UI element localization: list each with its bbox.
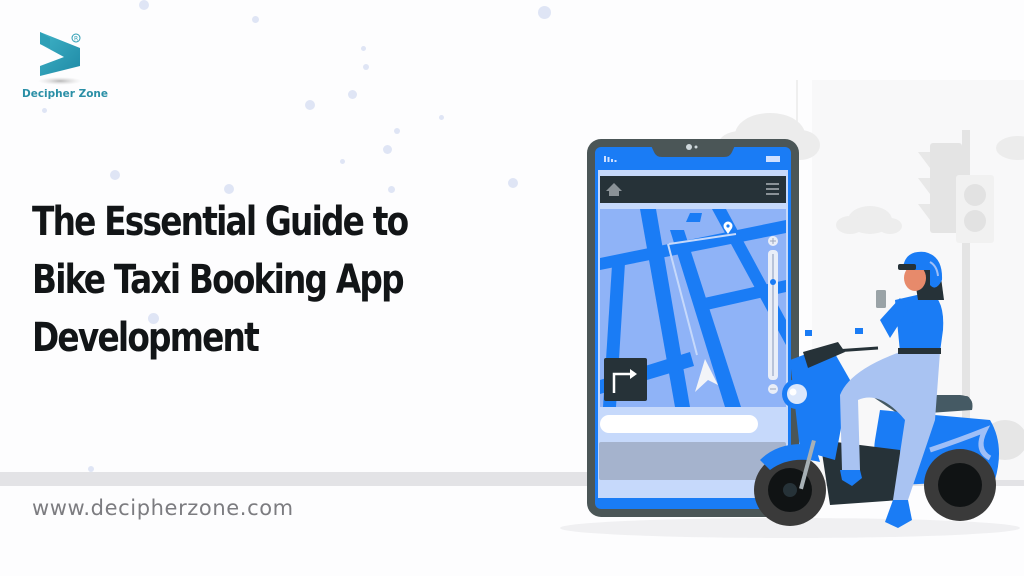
title-line-1: The Essential Guide to: [32, 199, 409, 245]
banner: R Decipher Zone The Essential Guide to B…: [0, 0, 1024, 576]
phone-in-hand-icon: [876, 290, 886, 308]
page-title: The Essential Guide to Bike Taxi Booking…: [32, 193, 409, 367]
turn-instruction-card: [604, 358, 647, 401]
title-line-2: Bike Taxi Booking App: [32, 257, 405, 303]
battery-icon: [766, 156, 780, 162]
title-line-3: Development: [32, 315, 260, 361]
camera-icon: [686, 144, 692, 150]
destination-input: [600, 415, 758, 433]
zoom-slider-handle: [770, 279, 776, 285]
brand-name: Decipher Zone: [22, 88, 109, 100]
menu-icon: [766, 183, 779, 195]
bike-taxi-illustration: [560, 80, 1024, 538]
svg-text:R: R: [74, 36, 78, 43]
map-view: [600, 209, 786, 407]
app-bar: [600, 176, 786, 203]
belt: [898, 348, 941, 354]
website-url: www.decipherzone.com: [32, 496, 294, 520]
